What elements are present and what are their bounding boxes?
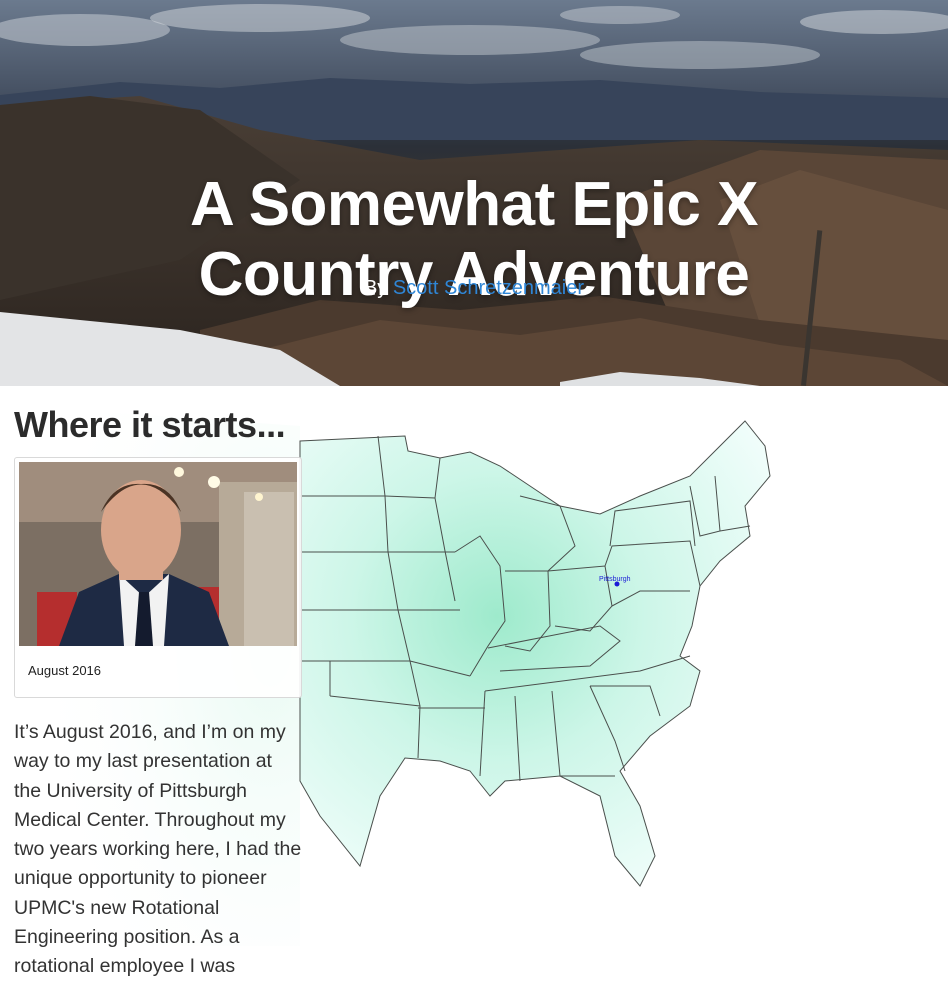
photo-caption: August 2016 bbox=[28, 663, 102, 678]
photo-card: August 2016 bbox=[14, 457, 302, 698]
portrait-photo bbox=[19, 462, 297, 646]
author-byline: By Scott Schretzenmaier bbox=[0, 277, 948, 300]
hero-banner: A Somewhat Epic X Country Adventure By S… bbox=[0, 0, 948, 386]
pittsburgh-label: Pittsburgh bbox=[599, 576, 631, 583]
us-map-outline bbox=[299, 420, 771, 887]
section-title: Where it starts... bbox=[14, 404, 286, 445]
byline-prefix: By bbox=[363, 277, 388, 299]
page-title-line-1: A Somewhat Epic X bbox=[190, 169, 759, 239]
author-link[interactable]: Scott Schretzenmaier bbox=[393, 277, 584, 299]
story-paragraph: It’s August 2016, and I’m on my way to m… bbox=[14, 721, 302, 978]
